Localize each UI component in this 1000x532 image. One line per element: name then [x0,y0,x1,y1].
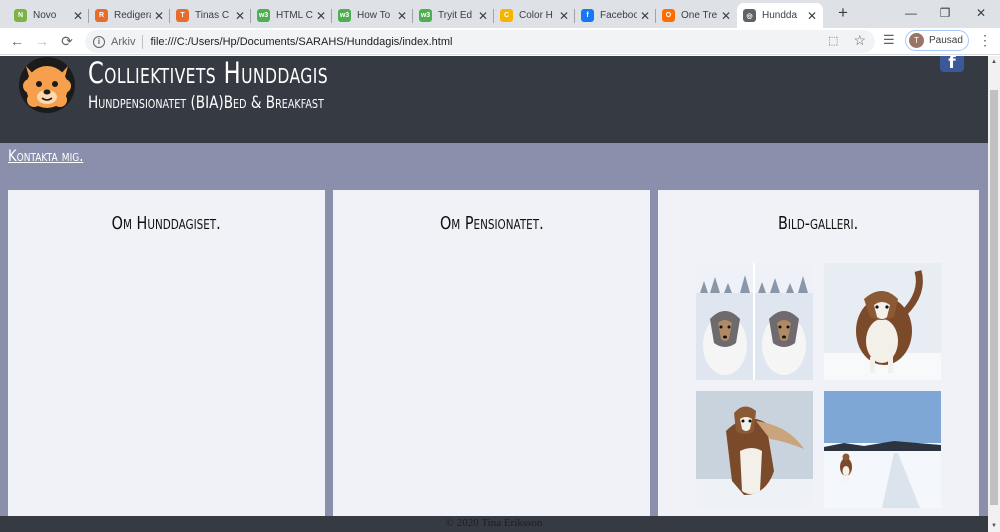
scrollbar-thumb[interactable] [990,90,998,505]
page-scrollbar[interactable]: ▲ ▼ [988,56,1000,532]
address-divider [142,34,144,49]
forward-button[interactable]: → [33,32,51,50]
tab-title: One Tre [681,10,718,21]
tab-close-icon[interactable]: ✕ [397,9,407,23]
tab-favicon-icon: R [95,9,108,22]
scroll-up-arrow-icon[interactable]: ▲ [991,59,997,65]
tab-title: How To [357,10,391,21]
tab-close-icon[interactable]: ✕ [721,9,731,23]
profile-label: Pausad [929,35,963,46]
reading-list-icon[interactable]: ☰ [883,32,895,48]
panel-title[interactable]: Bild-galleri. [658,213,979,234]
browser-menu-icon[interactable]: ⋮ [978,32,992,49]
new-tab-button[interactable]: + [834,4,852,22]
tab-close-icon[interactable]: ✕ [235,9,245,23]
url-text[interactable]: file:///C:/Users/Hp/Documents/SARAHS/Hun… [150,36,452,48]
close-window-button[interactable]: ✕ [966,4,996,22]
site-header: Colliektivets Hunddagis Hundpensionatet … [0,56,988,143]
tab-favicon-icon: T [176,9,189,22]
gallery-image-running-collie[interactable] [824,263,941,380]
tab-close-icon[interactable]: ✕ [559,9,569,23]
restore-button[interactable]: ❐ [930,4,960,22]
contact-link[interactable]: Kontakta mig. [8,146,83,165]
browser-tab[interactable]: R Redigera ✕ [89,3,170,28]
dog-logo-icon [19,57,75,113]
tab-close-icon[interactable]: ✕ [478,9,488,23]
tab-favicon-icon: w3 [257,9,270,22]
avatar: T [909,33,924,48]
tab-favicon-icon: f [581,9,594,22]
browser-tab[interactable]: w3 HTML C ✕ [251,3,332,28]
tab-favicon-icon: ◎ [743,9,756,22]
panel-om-pensionatet: Om Pensionatet. [333,190,650,520]
browser-tab-strip: N Novo ✕ R Redigera ✕ T Tinas C ✕ w3 HTML C ✕ w3 How … [0,0,1000,28]
browser-toolbar: ← → ⟳ i Arkiv file:///C:/Users/Hp/Docume… [0,28,1000,55]
profile-button[interactable]: T Pausad [905,30,969,51]
site-subtitle: Hundpensionatet (BIA)Bed & Breakfast [88,93,324,113]
panel-title[interactable]: Om Pensionatet. [333,213,650,234]
tab-favicon-icon: C [500,9,513,22]
minimize-button[interactable]: — [896,4,926,22]
back-button[interactable]: ← [8,32,26,50]
footer-copyright: © 2020 Tina Eriksson [445,517,543,529]
tab-title: Faceboo [600,10,637,21]
browser-tab[interactable]: O One Tre ✕ [656,3,737,28]
browser-tab[interactable]: T Tinas C ✕ [170,3,251,28]
tab-title: Hundda [762,10,798,21]
panel-om-hunddagiset: Om Hunddagiset. [8,190,325,520]
tab-close-icon[interactable]: ✕ [73,9,83,23]
facebook-icon[interactable]: f [940,56,964,72]
info-icon[interactable]: i [93,35,105,48]
tab-favicon-icon: N [14,9,27,22]
tab-close-icon[interactable]: ✕ [807,9,817,23]
gallery-image-windblown-collie[interactable] [696,391,813,508]
tab-title: Redigera [114,10,151,21]
translate-icon[interactable]: ⬚ [828,34,842,48]
address-bar[interactable]: i Arkiv file:///C:/Users/Hp/Documents/SA… [85,30,875,53]
scroll-down-arrow-icon[interactable]: ▼ [991,523,997,529]
browser-tab[interactable]: N Novo ✕ [8,3,89,28]
browser-tab[interactable]: C Color H ✕ [494,3,575,28]
tab-title: HTML C [276,10,313,21]
panel-title[interactable]: Om Hunddagiset. [8,213,325,234]
tab-title: Color H [519,10,553,21]
tab-title: Novo [33,10,57,21]
tab-close-icon[interactable]: ✕ [154,9,164,23]
browser-tab[interactable]: w3 How To ✕ [332,3,413,28]
bookmark-star-icon[interactable]: ☆ [853,32,866,49]
site-footer: © 2020 Tina Eriksson [0,516,988,532]
tab-favicon-icon: O [662,9,675,22]
gallery-image-two-collies[interactable] [696,263,813,380]
web-page: Colliektivets Hunddagis Hundpensionatet … [0,56,988,532]
tab-favicon-icon: w3 [338,9,351,22]
browser-tab[interactable]: w3 Tryit Ed ✕ [413,3,494,28]
tab-close-icon[interactable]: ✕ [640,9,650,23]
tab-favicon-icon: w3 [419,9,432,22]
tab-close-icon[interactable]: ✕ [316,9,326,23]
browser-tab[interactable]: ◎ Hundda ✕ [737,3,823,28]
gallery-image-collie-snow-field[interactable] [824,391,941,508]
browser-tab[interactable]: f Faceboo ✕ [575,3,656,28]
site-title: Colliektivets Hunddagis [88,56,329,90]
reload-button[interactable]: ⟳ [58,32,76,50]
tab-title: Tryit Ed [438,10,473,21]
tab-title: Tinas C [195,10,230,21]
scheme-label: Arkiv [111,35,136,48]
panel-bild-galleri: Bild-galleri. [658,190,979,520]
